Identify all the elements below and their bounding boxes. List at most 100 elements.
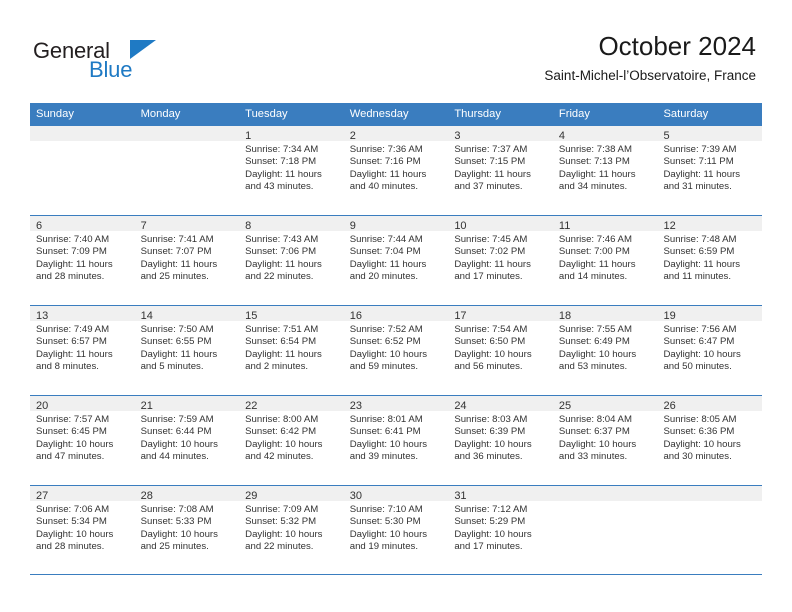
day-info-line: Daylight: 10 hours xyxy=(140,528,218,540)
day-sun-info: Sunrise: 7:08 AM Sunset: 5:33 PM Daylight:… xyxy=(135,501,240,554)
calendar-day-cell[interactable]: 15 Sunrise: 7:51 AM Sunset: 6:54 PM Dayligh… xyxy=(239,306,344,395)
calendar-day-cell[interactable]: 21 Sunrise: 7:59 AM Sunset: 6:44 PM Dayligh… xyxy=(134,396,240,485)
day-sun-info: Sunrise: 7:44 AM Sunset: 7:04 PM Daylight:… xyxy=(344,231,449,284)
day-number-band: 13 xyxy=(30,306,135,322)
day-info-line: Sunset: 5:33 PM xyxy=(140,516,212,528)
day-number: 2 xyxy=(349,130,356,142)
day-info-line: and 2 minutes. xyxy=(245,361,309,373)
day-info-line: and 43 minutes. xyxy=(245,181,314,193)
calendar-day-cell[interactable]: 1 Sunrise: 7:34 AM Sunset: 7:18 PM Daylight… xyxy=(239,126,344,215)
day-info-line: Sunrise: 7:45 AM xyxy=(454,234,528,245)
calendar-day-cell[interactable]: 30 Sunrise: 7:10 AM Sunset: 5:30 PM Dayligh… xyxy=(343,486,449,574)
day-info-line: Sunrise: 7:36 AM xyxy=(349,144,423,155)
day-number: 20 xyxy=(36,400,49,412)
day-info-line: Sunset: 6:36 PM xyxy=(663,426,735,438)
day-sun-info: Sunrise: 7:34 AM Sunset: 7:18 PM Daylight:… xyxy=(239,141,344,194)
day-sun-info: Sunrise: 7:38 AM Sunset: 7:13 PM Daylight:… xyxy=(553,141,658,194)
day-sun-info: Sunrise: 7:41 AM Sunset: 7:07 PM Daylight:… xyxy=(135,231,240,284)
calendar-day-cell[interactable]: 19 Sunrise: 7:56 AM Sunset: 6:47 PM Dayligh… xyxy=(657,306,763,395)
calendar-day-cell[interactable]: 16 Sunrise: 7:52 AM Sunset: 6:52 PM Dayligh… xyxy=(343,306,449,395)
calendar-day-cell[interactable]: 25 Sunrise: 8:04 AM Sunset: 6:37 PM Dayligh… xyxy=(552,396,658,485)
day-info-line: Daylight: 10 hours xyxy=(36,438,114,450)
day-number: 17 xyxy=(454,310,467,322)
weekday-header-sunday: Sunday xyxy=(36,108,74,120)
day-info-line: Sunrise: 8:04 AM xyxy=(558,414,632,425)
calendar-day-cell[interactable]: 12 Sunrise: 7:48 AM Sunset: 6:59 PM Dayligh… xyxy=(657,216,763,305)
day-number: 24 xyxy=(454,400,467,412)
calendar-day-cell[interactable]: 9 Sunrise: 7:44 AM Sunset: 7:04 PM Daylight… xyxy=(343,216,449,305)
calendar-day-cell-empty xyxy=(657,486,763,574)
day-info-line: and 20 minutes. xyxy=(349,271,419,283)
day-number: 3 xyxy=(454,130,461,142)
calendar-day-cell[interactable]: 2 Sunrise: 7:36 AM Sunset: 7:16 PM Daylight… xyxy=(343,126,449,215)
page-subtitle: Saint-Michel-l’Observatoire, France xyxy=(544,68,756,83)
day-info-line: Sunrise: 7:50 AM xyxy=(140,324,214,335)
day-info-line: Sunrise: 7:34 AM xyxy=(245,144,319,155)
day-info-line: Sunrise: 7:54 AM xyxy=(454,324,528,335)
day-sun-info: Sunrise: 7:55 AM Sunset: 6:49 PM Daylight:… xyxy=(553,321,658,374)
day-info-line: and 25 minutes. xyxy=(140,271,209,283)
calendar-day-cell[interactable]: 11 Sunrise: 7:46 AM Sunset: 7:00 PM Dayligh… xyxy=(552,216,658,305)
day-info-line: Sunset: 6:47 PM xyxy=(663,336,735,348)
calendar-day-cell[interactable]: 27 Sunrise: 7:06 AM Sunset: 5:34 PM Dayligh… xyxy=(30,486,135,574)
day-number: 5 xyxy=(663,130,670,142)
day-number-band: 21 xyxy=(134,396,240,412)
calendar-day-cell[interactable]: 29 Sunrise: 7:09 AM Sunset: 5:32 PM Dayligh… xyxy=(239,486,344,574)
page-header: General Blue October 2024 Saint-Michel-l… xyxy=(0,0,792,103)
calendar-day-cell[interactable]: 8 Sunrise: 7:43 AM Sunset: 7:06 PM Daylight… xyxy=(239,216,344,305)
day-info-line: Sunrise: 7:46 AM xyxy=(558,234,632,245)
calendar-day-cell[interactable]: 10 Sunrise: 7:45 AM Sunset: 7:02 PM Dayligh… xyxy=(448,216,553,305)
calendar-day-cell[interactable]: 7 Sunrise: 7:41 AM Sunset: 7:07 PM Daylight… xyxy=(134,216,240,305)
day-number: 16 xyxy=(349,310,362,322)
weekday-header-row: Sunday Monday Tuesday Wednesday Thursday Frid… xyxy=(30,103,762,125)
calendar-day-cell[interactable]: 31 Sunrise: 7:12 AM Sunset: 5:29 PM Dayligh… xyxy=(448,486,553,574)
day-number: 26 xyxy=(663,400,676,412)
day-number: 14 xyxy=(140,310,153,322)
calendar-day-cell[interactable]: 24 Sunrise: 8:03 AM Sunset: 6:39 PM Dayligh… xyxy=(448,396,553,485)
calendar-day-cell[interactable]: 23 Sunrise: 8:01 AM Sunset: 6:41 PM Dayligh… xyxy=(343,396,449,485)
day-info-line: Sunset: 6:39 PM xyxy=(454,426,526,438)
calendar-day-cell[interactable]: 22 Sunrise: 8:00 AM Sunset: 6:42 PM Dayligh… xyxy=(239,396,344,485)
day-info-line: Sunrise: 7:38 AM xyxy=(558,144,632,155)
day-info-line: Sunset: 5:30 PM xyxy=(349,516,421,528)
calendar-day-cell[interactable]: 20 Sunrise: 7:57 AM Sunset: 6:45 PM Dayligh… xyxy=(30,396,135,485)
day-info-line: Sunrise: 7:59 AM xyxy=(140,414,214,425)
day-info-line: Sunset: 5:34 PM xyxy=(36,516,107,528)
day-number-band: 23 xyxy=(343,396,449,412)
day-info-line: Sunrise: 8:03 AM xyxy=(454,414,528,425)
day-info-line: Daylight: 11 hours xyxy=(349,258,427,270)
day-info-line: and 40 minutes. xyxy=(349,181,419,193)
day-info-line: Daylight: 10 hours xyxy=(663,438,741,450)
calendar-day-cell[interactable]: 13 Sunrise: 7:49 AM Sunset: 6:57 PM Dayligh… xyxy=(30,306,135,395)
day-number: 12 xyxy=(663,220,676,232)
calendar-day-cell[interactable]: 6 Sunrise: 7:40 AM Sunset: 7:09 PM Daylight… xyxy=(30,216,135,305)
day-info-line: Daylight: 10 hours xyxy=(454,438,532,450)
day-sun-info: Sunrise: 8:03 AM Sunset: 6:39 PM Daylight:… xyxy=(448,411,553,464)
day-sun-info: Sunrise: 7:50 AM Sunset: 6:55 PM Daylight:… xyxy=(135,321,240,374)
day-number: 23 xyxy=(349,400,362,412)
day-info-line: and 11 minutes. xyxy=(663,271,732,283)
day-sun-info: Sunrise: 8:04 AM Sunset: 6:37 PM Daylight:… xyxy=(553,411,658,464)
day-info-line: Sunset: 7:06 PM xyxy=(245,246,317,258)
day-info-line: Sunrise: 7:56 AM xyxy=(663,324,737,335)
day-info-line: and 34 minutes. xyxy=(558,181,628,193)
day-info-line: and 31 minutes. xyxy=(663,181,732,193)
day-number-band: 31 xyxy=(448,486,553,502)
calendar-week-row: 1 Sunrise: 7:34 AM Sunset: 7:18 PM Daylight… xyxy=(30,125,763,215)
day-info-line: Sunrise: 7:43 AM xyxy=(245,234,319,245)
calendar-day-cell[interactable]: 4 Sunrise: 7:38 AM Sunset: 7:13 PM Daylight… xyxy=(552,126,658,215)
day-info-line: Sunrise: 7:48 AM xyxy=(663,234,737,245)
day-number: 10 xyxy=(454,220,467,232)
calendar-day-cell[interactable]: 3 Sunrise: 7:37 AM Sunset: 7:15 PM Daylight… xyxy=(448,126,553,215)
day-number: 22 xyxy=(245,400,258,412)
calendar-day-cell[interactable]: 28 Sunrise: 7:08 AM Sunset: 5:33 PM Dayligh… xyxy=(134,486,240,574)
day-info-line: Daylight: 10 hours xyxy=(349,348,428,360)
calendar-day-cell[interactable]: 17 Sunrise: 7:54 AM Sunset: 6:50 PM Dayligh… xyxy=(448,306,553,395)
calendar-day-cell[interactable]: 26 Sunrise: 8:05 AM Sunset: 6:36 PM Dayligh… xyxy=(657,396,763,485)
day-sun-info: Sunrise: 7:37 AM Sunset: 7:15 PM Daylight:… xyxy=(448,141,553,194)
calendar-day-cell[interactable]: 18 Sunrise: 7:55 AM Sunset: 6:49 PM Dayligh… xyxy=(552,306,658,395)
calendar-day-cell[interactable]: 5 Sunrise: 7:39 AM Sunset: 7:11 PM Daylight… xyxy=(657,126,763,215)
day-sun-info: Sunrise: 7:36 AM Sunset: 7:16 PM Daylight:… xyxy=(344,141,449,194)
day-info-line: and 22 minutes. xyxy=(245,271,314,283)
calendar-day-cell[interactable]: 14 Sunrise: 7:50 AM Sunset: 6:55 PM Dayligh… xyxy=(134,306,240,395)
